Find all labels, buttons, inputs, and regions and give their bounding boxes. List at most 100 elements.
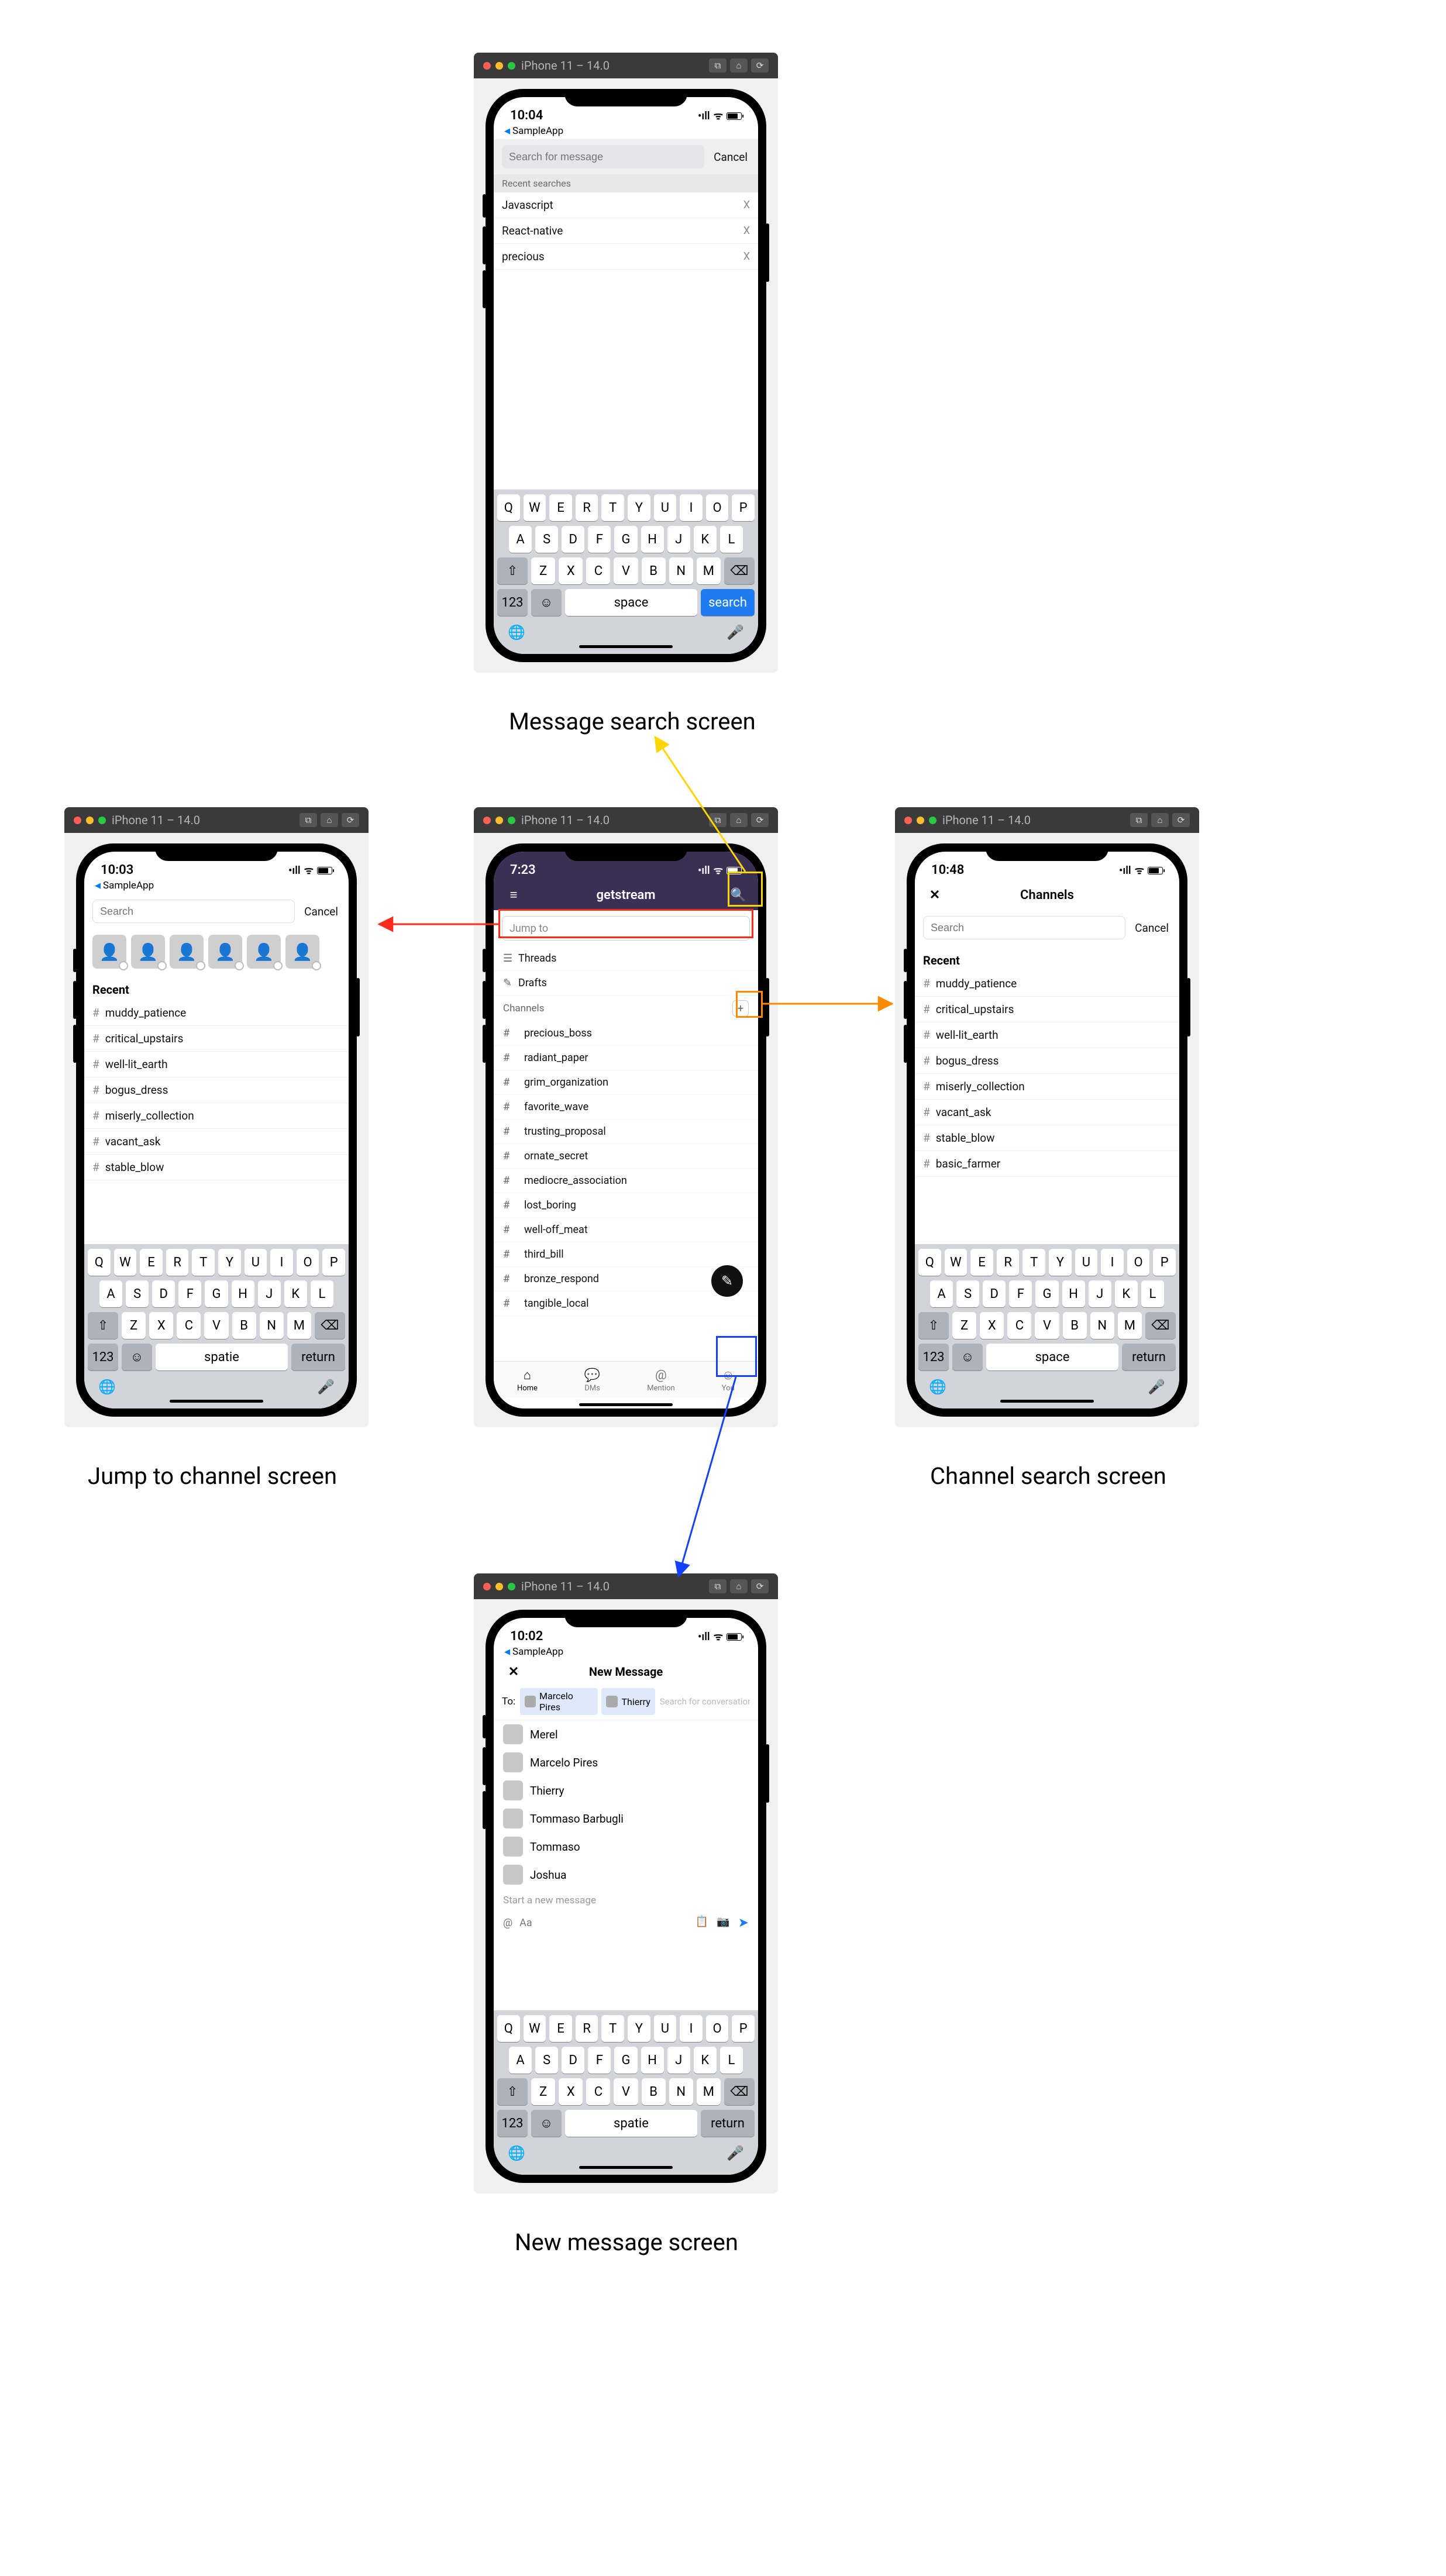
rotate-icon[interactable]: ⟳ <box>751 1579 769 1593</box>
key-W[interactable]: W <box>945 1249 968 1276</box>
globe-icon[interactable]: 🌐 <box>508 624 525 640</box>
key-V[interactable]: V <box>614 557 638 584</box>
globe-icon[interactable]: 🌐 <box>929 1379 946 1395</box>
channel-item[interactable]: #miserly_collection <box>915 1074 1179 1100</box>
back-link[interactable]: SampleApp <box>494 1646 758 1660</box>
key-S[interactable]: S <box>535 526 558 553</box>
key-M[interactable]: M <box>697 2078 721 2105</box>
key-123[interactable]: 123 <box>497 589 528 616</box>
key-shift[interactable]: ⇧ <box>88 1312 118 1339</box>
key-emoji[interactable]: ☺ <box>122 1344 152 1370</box>
format-button[interactable]: Aa <box>519 1917 532 1929</box>
minimize-dot[interactable] <box>917 817 924 824</box>
key-Q[interactable]: Q <box>918 1249 941 1276</box>
drafts-row[interactable]: ✎Drafts <box>494 971 758 996</box>
key-Q[interactable]: Q <box>88 1249 111 1276</box>
key-return[interactable]: return <box>291 1344 345 1370</box>
key-emoji[interactable]: ☺ <box>531 2110 562 2137</box>
channel-item[interactable]: #muddy_patience <box>84 1000 349 1026</box>
channel-item[interactable]: #tangible_local <box>494 1292 758 1316</box>
camera-icon[interactable]: 📷 <box>717 1916 729 1930</box>
key-K[interactable]: K <box>284 1280 307 1307</box>
contact-row[interactable]: Joshua <box>494 1861 758 1889</box>
contact-row[interactable]: Thierry <box>494 1776 758 1804</box>
cancel-button[interactable]: Cancel <box>1132 921 1171 935</box>
channel-item[interactable]: #stable_blow <box>84 1155 349 1180</box>
key-I[interactable]: I <box>680 494 703 521</box>
key-space[interactable]: space <box>565 589 697 616</box>
key-D[interactable]: D <box>562 2047 584 2074</box>
back-link[interactable]: SampleApp <box>494 125 758 139</box>
channel-item[interactable]: #trusting_proposal <box>494 1120 758 1144</box>
key-I[interactable]: I <box>270 1249 293 1276</box>
tab-home[interactable]: ⌂Home <box>517 1368 538 1393</box>
close-icon[interactable]: ✕ <box>925 886 944 904</box>
globe-icon[interactable]: 🌐 <box>508 2145 525 2161</box>
key-M[interactable]: M <box>697 557 721 584</box>
key-I[interactable]: I <box>680 2015 703 2042</box>
key-W[interactable]: W <box>524 2015 546 2042</box>
key-Y[interactable]: Y <box>218 1249 241 1276</box>
key-shift[interactable]: ⇧ <box>918 1312 949 1339</box>
channel-item[interactable]: #well-lit_earth <box>915 1022 1179 1048</box>
cancel-button[interactable]: Cancel <box>302 905 340 918</box>
key-Z[interactable]: Z <box>531 557 555 584</box>
key-Z[interactable]: Z <box>952 1312 976 1339</box>
home-indicator[interactable] <box>579 1403 673 1406</box>
tab-dms[interactable]: 💬DMs <box>584 1368 600 1393</box>
minimize-dot[interactable] <box>86 817 94 824</box>
key-U[interactable]: U <box>654 494 677 521</box>
close-dot[interactable] <box>74 817 81 824</box>
remove-icon[interactable]: X <box>743 199 750 211</box>
key-Y[interactable]: Y <box>1049 1249 1072 1276</box>
channel-item[interactable]: #precious_boss <box>494 1021 758 1046</box>
close-dot[interactable] <box>904 817 912 824</box>
key-T[interactable]: T <box>192 1249 215 1276</box>
key-O[interactable]: O <box>1127 1249 1150 1276</box>
threads-row[interactable]: ☰Threads <box>494 946 758 971</box>
mic-icon[interactable]: 🎤 <box>727 624 744 640</box>
key-C[interactable]: C <box>1007 1312 1031 1339</box>
key-N[interactable]: N <box>1090 1312 1114 1339</box>
channel-item[interactable]: #critical_upstairs <box>915 997 1179 1022</box>
key-O[interactable]: O <box>706 494 729 521</box>
key-K[interactable]: K <box>694 526 717 553</box>
channel-item[interactable]: #vacant_ask <box>84 1129 349 1155</box>
key-B[interactable]: B <box>232 1312 256 1339</box>
key-emoji[interactable]: ☺ <box>952 1344 983 1370</box>
recent-search-item[interactable]: React-nativeX <box>494 218 758 244</box>
key-L[interactable]: L <box>720 2047 743 2074</box>
key-H[interactable]: H <box>641 526 664 553</box>
key-A[interactable]: A <box>99 1280 122 1307</box>
jump-search-input[interactable] <box>92 900 295 923</box>
channel-item[interactable]: #stable_blow <box>915 1125 1179 1151</box>
key-V[interactable]: V <box>614 2078 638 2105</box>
screenshot-icon[interactable]: ⧉ <box>709 1579 727 1593</box>
channel-item[interactable]: #bogus_dress <box>84 1077 349 1103</box>
key-D[interactable]: D <box>152 1280 175 1307</box>
key-H[interactable]: H <box>232 1280 254 1307</box>
mic-icon[interactable]: 🎤 <box>1148 1379 1165 1395</box>
keyboard[interactable]: QWERTYUIOP ASDFGHJKL ⇧ZXCVBNM⌫ 123 ☺ spa… <box>494 2010 758 2175</box>
key-return[interactable]: return <box>701 2110 755 2137</box>
channel-item[interactable]: #bogus_dress <box>915 1048 1179 1074</box>
recipient-chip[interactable]: Thierry <box>601 1688 655 1715</box>
maximize-dot[interactable] <box>508 62 515 70</box>
key-E[interactable]: E <box>140 1249 163 1276</box>
key-H[interactable]: H <box>641 2047 664 2074</box>
home-icon[interactable]: ⌂ <box>321 813 338 827</box>
key-B[interactable]: B <box>642 2078 666 2105</box>
home-indicator[interactable] <box>1000 1400 1094 1403</box>
key-A[interactable]: A <box>930 1280 953 1307</box>
key-V[interactable]: V <box>1035 1312 1059 1339</box>
key-O[interactable]: O <box>297 1249 319 1276</box>
screenshot-icon[interactable]: ⧉ <box>1130 813 1148 827</box>
tab-mention[interactable]: @Mention <box>647 1368 674 1393</box>
key-P[interactable]: P <box>732 2015 755 2042</box>
key-J[interactable]: J <box>667 526 690 553</box>
key-M[interactable]: M <box>1118 1312 1142 1339</box>
channel-item[interactable]: #well-off_meat <box>494 1218 758 1242</box>
key-V[interactable]: V <box>204 1312 228 1339</box>
key-S[interactable]: S <box>126 1280 149 1307</box>
key-J[interactable]: J <box>667 2047 690 2074</box>
